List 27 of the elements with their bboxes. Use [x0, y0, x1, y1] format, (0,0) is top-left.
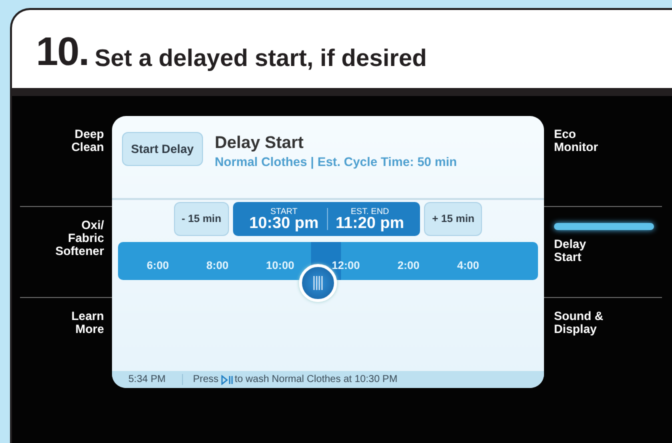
- end-label: EST. END: [350, 206, 389, 216]
- status-text: Press: [193, 374, 219, 385]
- menu-item[interactable]: Oxi/ Fabric Softener: [20, 219, 104, 259]
- step-title: Set a delayed start, if desired: [94, 47, 427, 72]
- start-label: START: [270, 206, 298, 216]
- time-label: 12:00: [332, 260, 360, 272]
- end-time: 11:20 pm: [336, 216, 404, 232]
- menu-item[interactable]: Deep Clean: [20, 128, 104, 154]
- menu-item[interactable]: Sound & Display: [554, 310, 662, 336]
- start-delay-button[interactable]: Start Delay: [122, 132, 203, 166]
- plus-button[interactable]: + 15 min: [424, 202, 482, 236]
- status-text: to wash Normal Clothes at 10:30 PM: [234, 374, 398, 385]
- start-time: 10:30 pm: [249, 216, 319, 232]
- clock-text: 5:34 PM: [112, 374, 183, 385]
- time-label: 4:00: [457, 260, 480, 272]
- step-number: 10.: [36, 32, 89, 72]
- time-label: 10:00: [266, 260, 294, 272]
- menu-item[interactable]: Eco Monitor: [554, 128, 662, 154]
- time-label: 8:00: [206, 260, 228, 272]
- play-pause-icon: [220, 374, 233, 384]
- screen-subtitle: Normal Clothes | Est. Cycle Time: 50 min: [214, 155, 457, 169]
- minus-button[interactable]: - 15 min: [174, 202, 230, 236]
- time-label: 6:00: [146, 260, 169, 272]
- time-label: 2:00: [398, 260, 420, 272]
- menu-item[interactable]: Delay Start: [554, 238, 662, 264]
- screen-title: Delay Start: [214, 133, 305, 153]
- menu-item[interactable]: Learn More: [20, 310, 104, 336]
